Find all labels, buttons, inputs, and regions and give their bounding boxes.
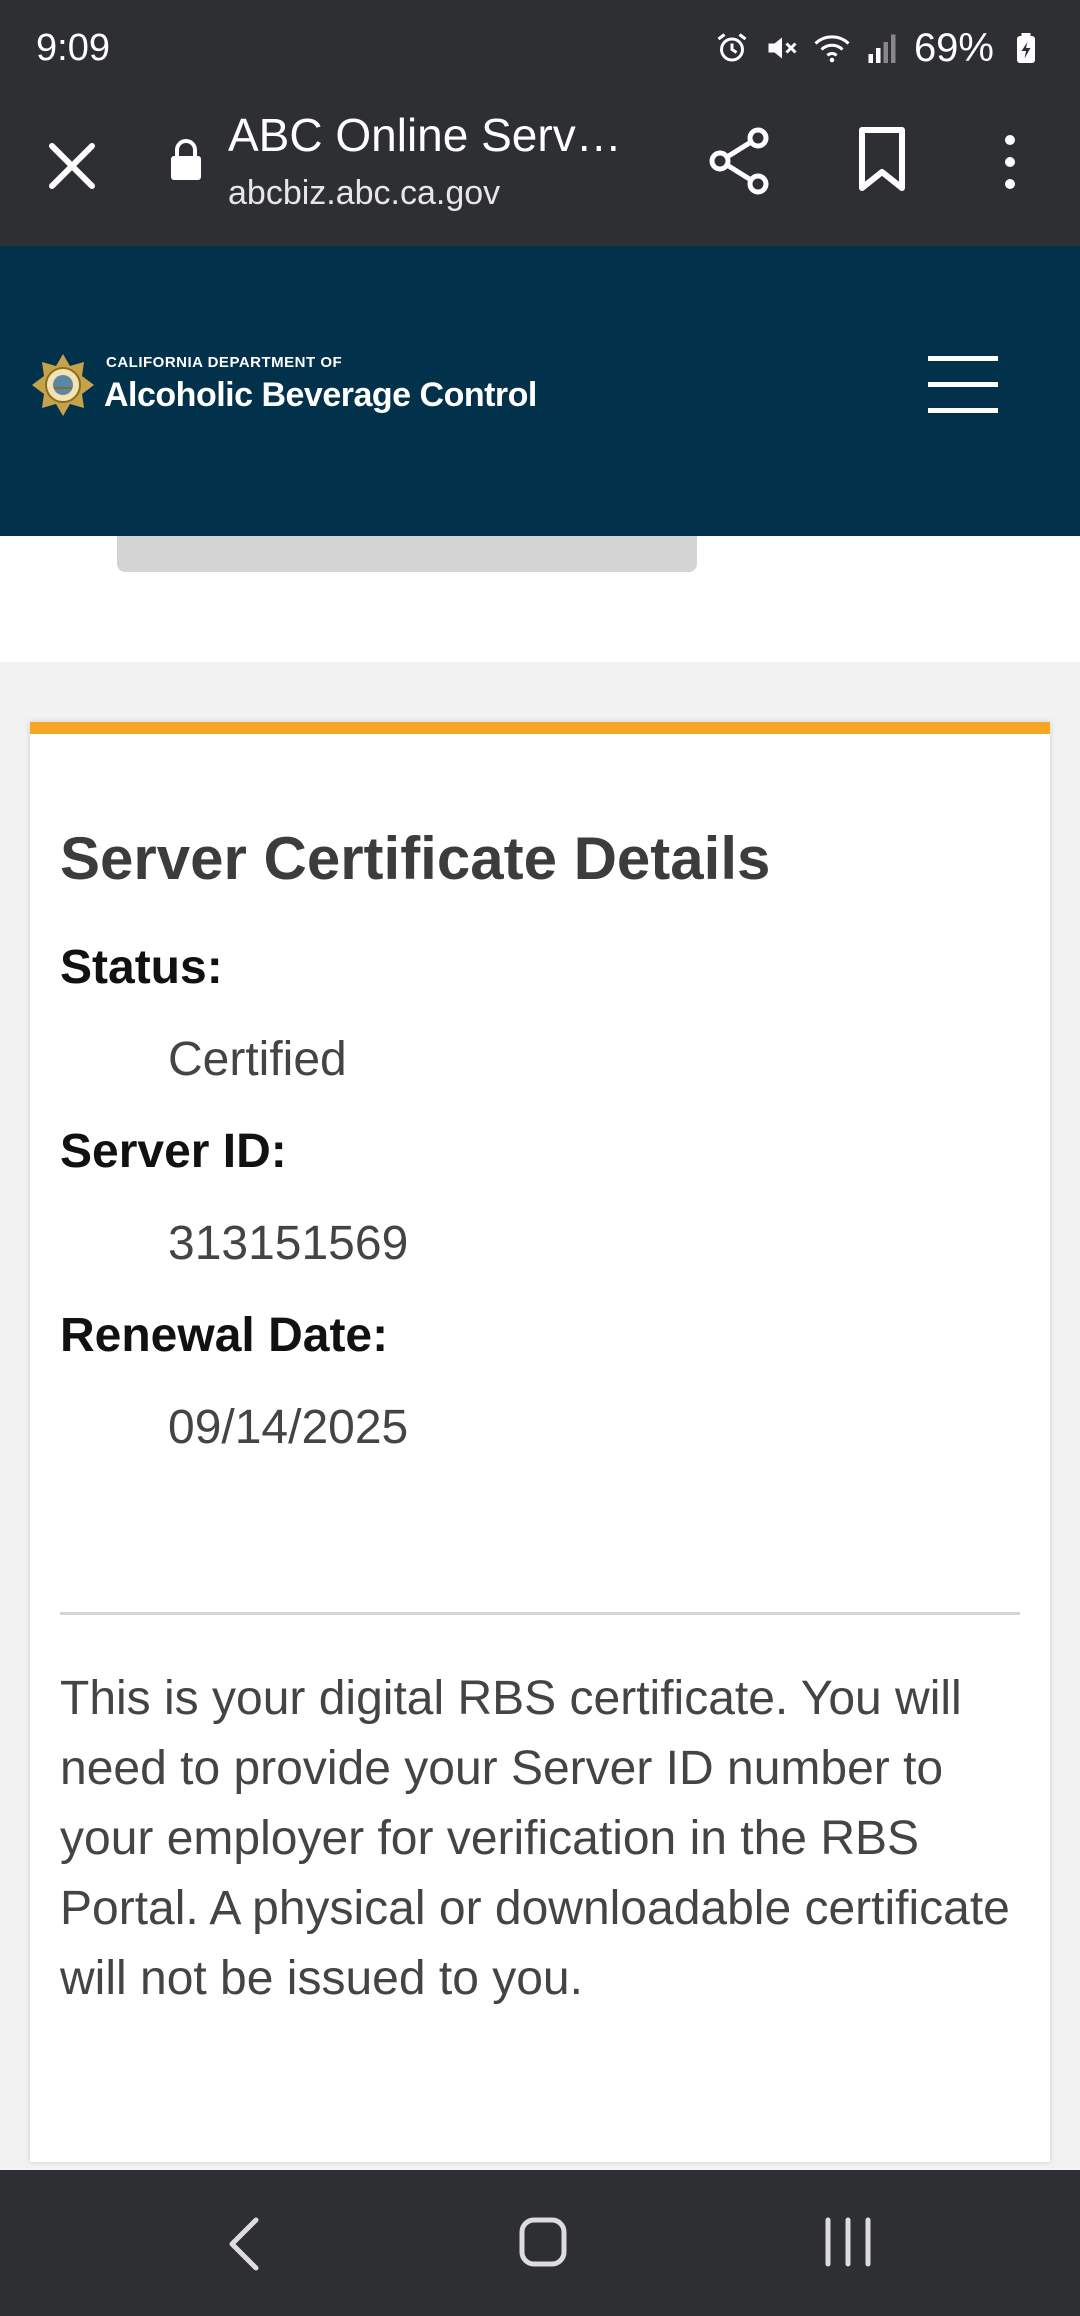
department-seal-icon[interactable] xyxy=(30,352,96,418)
lock-icon xyxy=(168,138,204,182)
alarm-icon xyxy=(714,30,750,66)
recent-apps-icon[interactable] xyxy=(820,2214,876,2270)
system-nav-bar xyxy=(0,2170,1080,2316)
mute-icon xyxy=(764,30,800,66)
renewal-date-label: Renewal Date: xyxy=(60,1309,389,1362)
certificate-note: This is your digital RBS certificate. Yo… xyxy=(60,1672,1010,2005)
renewal-date-value: 09/14/2025 xyxy=(168,1401,409,1454)
signal-icon xyxy=(864,30,900,66)
certificate-card: Server Certificate Details Status: Certi… xyxy=(30,722,1050,2162)
status-icons: 69% xyxy=(714,26,1044,71)
card-title: Server Certificate Details xyxy=(60,825,771,892)
server-id-label: Server ID: xyxy=(60,1125,287,1178)
battery-icon xyxy=(1008,30,1044,66)
org-name[interactable]: Alcoholic Beverage Control xyxy=(104,376,537,415)
more-vert-icon[interactable] xyxy=(990,132,1030,192)
page-title[interactable]: ABC Online Servi… xyxy=(228,108,628,162)
site-header: CALIFORNIA DEPARTMENT OF Alcoholic Bever… xyxy=(0,246,1080,536)
tab-remnant xyxy=(117,536,697,572)
browser-toolbar: ABC Online Servi… abcbiz.abc.ca.gov xyxy=(0,96,1080,246)
status-time: 9:09 xyxy=(36,26,110,69)
hamburger-menu-icon[interactable] xyxy=(928,356,998,413)
wifi-icon xyxy=(814,30,850,66)
battery-percent: 69% xyxy=(913,25,994,70)
page-url[interactable]: abcbiz.abc.ca.gov xyxy=(228,174,500,213)
status-bar: 9:09 69% xyxy=(0,0,1080,96)
close-icon[interactable] xyxy=(42,136,102,196)
page-strip xyxy=(0,536,1080,662)
status-value: Certified xyxy=(168,1033,347,1086)
share-icon[interactable] xyxy=(706,126,772,196)
home-icon[interactable] xyxy=(518,2214,568,2270)
divider xyxy=(60,1612,1020,1615)
status-label: Status: xyxy=(60,941,223,994)
org-subtitle: CALIFORNIA DEPARTMENT OF xyxy=(106,354,343,371)
bookmark-icon[interactable] xyxy=(852,126,912,192)
back-icon[interactable] xyxy=(222,2214,266,2274)
server-id-value: 313151569 xyxy=(168,1217,409,1270)
